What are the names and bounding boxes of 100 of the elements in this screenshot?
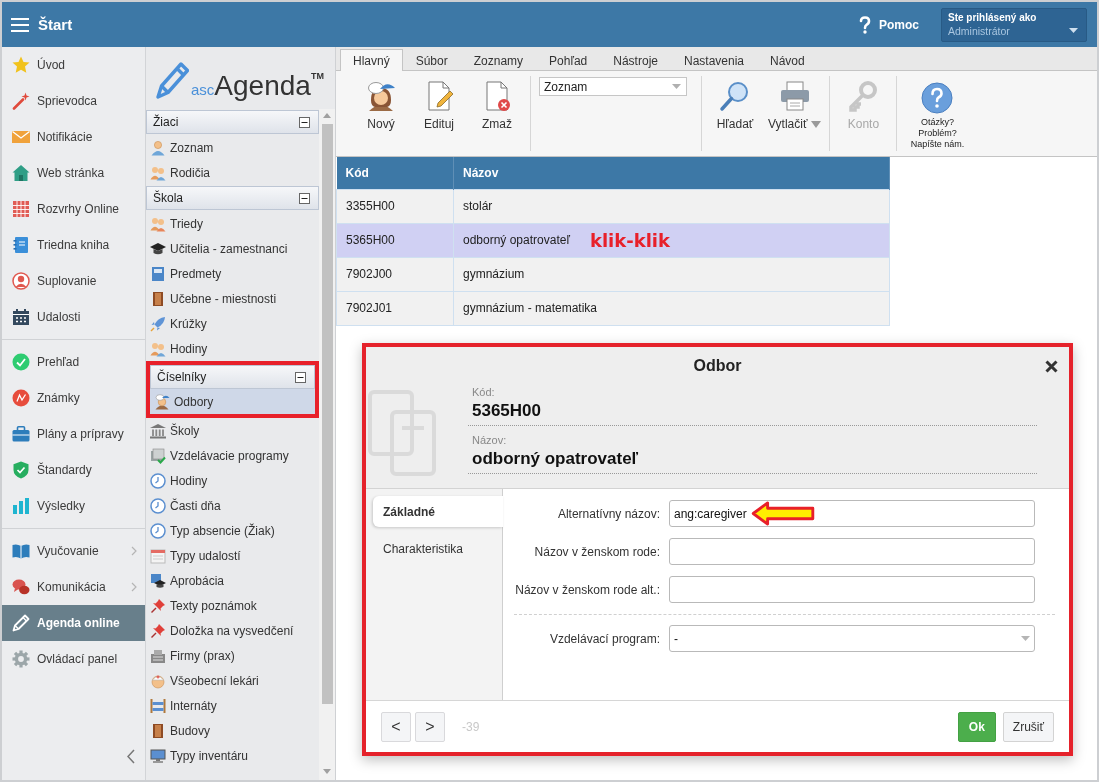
nav-item[interactable]: Sprievodca [2, 83, 145, 119]
nav-item[interactable]: Ovládací panel [2, 641, 145, 677]
help-button[interactable]: Otázky? Problém? Napíšte nám. [901, 76, 974, 150]
tree-item[interactable]: Učitelia - zamestnanci [146, 236, 319, 261]
tree-item[interactable]: Aprobácia [146, 568, 319, 593]
dialog-tab[interactable]: Základné [373, 496, 503, 527]
nav-item[interactable]: Plány a prípravy [2, 416, 145, 452]
user-caption: Ste prihlásený ako [948, 12, 1038, 23]
caret-icon [1069, 27, 1078, 33]
ribbon-tab[interactable]: Pohľad [536, 49, 601, 71]
caret-up-icon[interactable] [323, 113, 331, 118]
close-icon[interactable] [1045, 359, 1058, 373]
nav-item[interactable]: Prehľad [2, 344, 145, 380]
rocket-icon [150, 315, 166, 332]
scrollbar[interactable] [319, 109, 335, 780]
field-value: 5365H00 [468, 399, 1037, 426]
collapse-icon[interactable] [299, 116, 310, 128]
cancel-button[interactable]: Zrušiť [1002, 711, 1054, 742]
nav-item[interactable]: Rozvrhy Online [2, 191, 145, 227]
toolbar-button[interactable]: Nový [352, 76, 410, 131]
nav-item[interactable]: Komunikácia [2, 569, 145, 605]
bar-chart-icon [12, 497, 30, 515]
table-row[interactable]: 3355H00 stolár [336, 189, 890, 223]
tree-item[interactable]: Hodiny [146, 336, 319, 361]
ribbon-tab[interactable]: Zoznamy [460, 49, 537, 71]
toolbar-button[interactable]: Hľadať [706, 76, 764, 131]
caret-icon [672, 84, 681, 89]
tree-item[interactable]: Učebne - miestnosti [146, 286, 319, 311]
door-icon [150, 290, 166, 307]
column-header[interactable]: Názov [453, 157, 890, 189]
text-field[interactable]: ang:caregiver [669, 500, 1035, 527]
tree-item[interactable]: Školy [146, 418, 319, 443]
ribbon-tab[interactable]: Súbor [402, 49, 461, 71]
section-header[interactable]: Žiaci [146, 110, 319, 134]
tree-item[interactable]: Internáty [146, 693, 319, 718]
nav-item[interactable]: Úvod [2, 47, 145, 83]
nav-item[interactable]: Známky [2, 380, 145, 416]
tree-item[interactable]: Krúžky [146, 311, 319, 336]
tree-item[interactable]: Typ absencie (Žiak) [146, 518, 319, 543]
tree-item[interactable]: Triedy [146, 211, 319, 236]
ribbon-tab[interactable]: Nástroje [600, 49, 671, 71]
next-button[interactable]: > [415, 711, 445, 742]
nav-item[interactable]: Výsledky [2, 488, 145, 524]
ribbon-tab[interactable]: Nastavenia [670, 49, 757, 71]
tree-item[interactable]: Typy udalostí [146, 543, 319, 568]
collapse-icon[interactable] [295, 371, 306, 383]
scrollbar-thumb[interactable] [321, 124, 333, 704]
tree-item[interactable]: Budovy [146, 718, 319, 743]
tree-item[interactable]: Rodičia [146, 160, 319, 185]
nav-item[interactable]: Triedna kniha [2, 227, 145, 263]
tree-item[interactable]: Texty poznámok [146, 593, 319, 618]
nav-item[interactable]: Vyučovanie [2, 533, 145, 569]
nav-item[interactable]: Agenda online [2, 605, 145, 641]
toolbar-button[interactable]: Edituj [410, 76, 468, 131]
text-field[interactable] [669, 538, 1035, 565]
select-field[interactable]: - [669, 625, 1035, 652]
table-row[interactable]: 5365H00 odborný opatrovateľ klik-klik [336, 223, 890, 257]
tree-item[interactable]: Typy inventáru [146, 743, 319, 768]
nav-item[interactable]: Suplovanie [2, 263, 145, 299]
start-button[interactable]: Štart [11, 16, 73, 33]
collapse-icon[interactable] [299, 192, 310, 204]
field-value: odborný opatrovateľ [468, 447, 1037, 474]
tree-item[interactable]: Všeobecní lekári [146, 668, 319, 693]
tree-item[interactable]: Hodiny [146, 468, 319, 493]
tree-item[interactable]: Predmety [146, 261, 319, 286]
tree-item[interactable]: Firmy (prax) [146, 643, 319, 668]
help-icon [859, 15, 871, 34]
help-button[interactable]: Pomoc [859, 15, 919, 34]
tree-item[interactable]: Zoznam [146, 135, 319, 160]
table-cell: stolár [453, 189, 890, 223]
settings-icon [12, 650, 30, 668]
tree-item[interactable]: Vzdelávacie programy [146, 443, 319, 468]
previous-button[interactable]: < [381, 711, 411, 742]
ribbon-tab[interactable]: Návod [757, 49, 818, 71]
toolbar-button[interactable]: Zmaž [468, 76, 526, 131]
text-field[interactable] [669, 576, 1035, 603]
tree-item[interactable]: Doložka na vysvedčení [146, 618, 319, 643]
pencil-icon [155, 60, 189, 100]
field-label: Názov: [471, 433, 508, 447]
nav-item[interactable]: Web stránka [2, 155, 145, 191]
ribbon-tab[interactable]: Hlavný [340, 49, 403, 71]
nav-item[interactable]: Štandardy [2, 452, 145, 488]
section-header[interactable]: Škola [146, 186, 319, 210]
dropdown[interactable]: Zoznam [539, 77, 687, 96]
people-icon [150, 340, 166, 357]
tree-item[interactable]: Odbory [150, 389, 315, 414]
table-row[interactable]: 7902J01 gymnázium - matematika [336, 291, 890, 325]
nav-item[interactable]: Notifikácie [2, 119, 145, 155]
dialog-tab[interactable]: Charakteristika [373, 533, 503, 564]
toolbar-button[interactable]: Vytlačiť [764, 76, 826, 131]
tree-item[interactable]: Časti dňa [146, 493, 319, 518]
caret-down-icon[interactable] [323, 769, 331, 774]
user-menu[interactable]: Ste prihlásený ako Administrátor [941, 7, 1087, 42]
clock-icon [150, 472, 166, 489]
check-circle-icon [12, 353, 30, 371]
column-header[interactable]: Kód [336, 157, 454, 189]
table-row[interactable]: 7902J00 gymnázium [336, 257, 890, 291]
section-header[interactable]: Číselníky [150, 365, 315, 389]
nav-item[interactable]: Udalosti [2, 299, 145, 335]
chevron-left-icon[interactable] [127, 749, 135, 764]
